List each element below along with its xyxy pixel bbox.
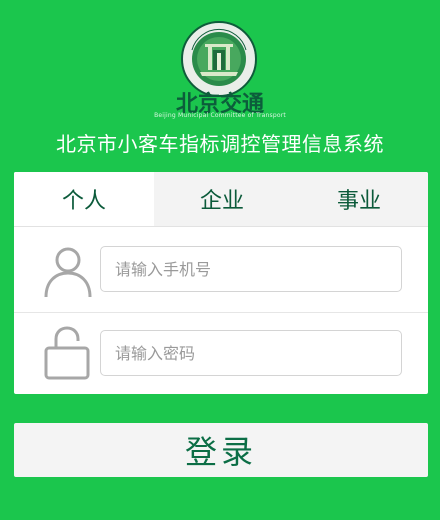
page-title: 北京市小客车指标调控管理信息系统	[56, 132, 384, 156]
user-type-tabs: 个人 企业 事业	[14, 172, 428, 227]
password-input[interactable]	[100, 330, 402, 376]
phone-input[interactable]	[100, 246, 402, 292]
transport-logo	[180, 20, 258, 98]
user-icon	[40, 243, 96, 299]
phone-row	[14, 228, 428, 313]
unlock-icon	[40, 324, 96, 380]
logo-subtitle: Beijing Municipal Committee of Transport	[154, 112, 286, 119]
password-row	[14, 314, 428, 394]
login-button[interactable]: 登录	[14, 423, 428, 477]
tab-enterprise[interactable]: 企业	[154, 172, 290, 226]
login-card: 个人 企业 事业	[14, 172, 428, 394]
tab-personal[interactable]: 个人	[14, 172, 154, 226]
tab-institution[interactable]: 事业	[290, 172, 428, 226]
header: 北京交通 Beijing Municipal Committee of Tran…	[0, 0, 440, 170]
